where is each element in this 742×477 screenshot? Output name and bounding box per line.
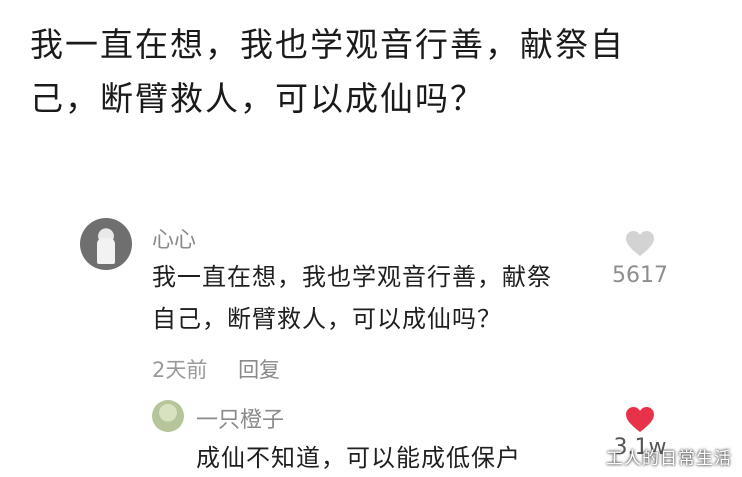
heart-outline-icon [626,231,654,256]
comment-meta: 2天前 回复 [152,354,304,384]
headline-line-1: 我一直在想，我也学观音行善，献祭自 [30,25,625,64]
commenter-avatar[interactable] [80,218,132,270]
comment-text-line-2: 自己，断臂救人，可以成仙吗？ [152,305,502,333]
comment-text-line-1: 我一直在想，我也学观音行善，献祭 [152,263,552,291]
comment-text: 我一直在想，我也学观音行善，献祭 自己，断臂救人，可以成仙吗？ [152,256,602,340]
watermark-text: 工人的日常生活 [606,449,732,469]
avatar-figure [97,238,115,264]
comment-like-button[interactable]: 5617 [612,230,668,288]
post-headline: 我一直在想，我也学观音行善，献祭自 己，断臂救人，可以成仙吗？ [30,18,720,126]
reply-button[interactable]: 回复 [238,358,280,382]
comment-screen: 我一直在想，我也学观音行善，献祭自 己，断臂救人，可以成仙吗？ 心心 我一直在想… [0,0,742,477]
reply-author-name[interactable]: 一只橙子 [196,402,284,434]
comment-like-count: 5617 [612,263,668,288]
comment-time: 2天前 [152,358,208,382]
heart-filled-icon [626,407,654,432]
reply-text: 成仙不知道，可以能成低保户 [196,444,521,472]
headline-line-2: 己，断臂救人，可以成仙吗？ [30,79,485,118]
reply-author-avatar[interactable] [152,400,184,432]
comment-author-name[interactable]: 心心 [152,222,196,254]
